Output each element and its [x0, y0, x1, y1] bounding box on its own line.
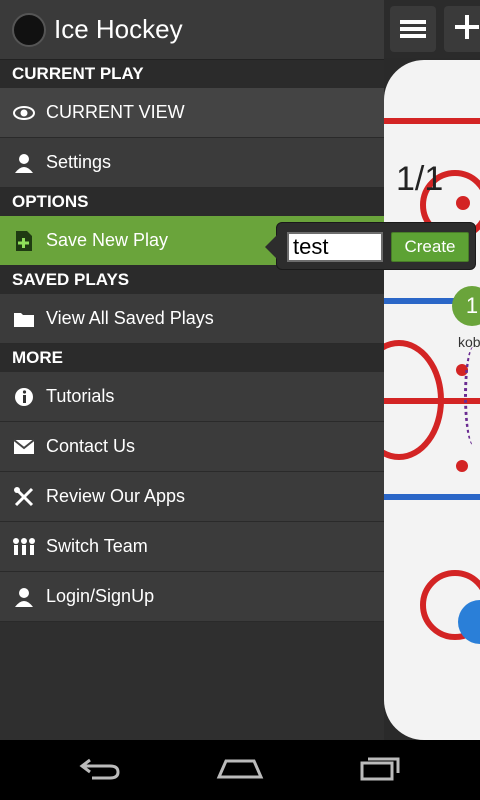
menu-button[interactable] — [390, 6, 436, 52]
view-all-saved-item[interactable]: View All Saved Plays — [0, 294, 384, 344]
current-view-item[interactable]: CURRENT VIEW — [0, 88, 384, 138]
drawer-header: Ice Hockey — [0, 0, 384, 60]
team-icon — [12, 537, 36, 557]
player-path — [464, 346, 480, 446]
switch-team-label: Switch Team — [46, 536, 148, 556]
navigation-drawer: Ice Hockey CURRENT PLAY CURRENT VIEW Set… — [0, 0, 384, 740]
section-current-play: CURRENT PLAY — [0, 60, 384, 88]
plus-icon — [454, 10, 480, 49]
rink-red-line — [384, 118, 480, 124]
save-play-popup: test Create — [265, 222, 476, 270]
tools-icon — [12, 486, 36, 508]
contact-us-label: Contact Us — [46, 436, 136, 456]
save-new-play-label: Save New Play — [46, 230, 169, 250]
settings-label: Settings — [46, 152, 112, 172]
top-toolbar — [384, 0, 480, 58]
home-button[interactable] — [212, 752, 268, 788]
review-apps-label: Review Our Apps — [46, 486, 186, 506]
contact-us-item[interactable]: Contact Us — [0, 422, 384, 472]
hockey-rink[interactable]: 1 kob 1/1 — [384, 60, 480, 740]
login-signup-label: Login/SignUp — [46, 586, 155, 606]
tutorials-label: Tutorials — [46, 386, 115, 406]
player-marker-green[interactable]: 1 — [452, 286, 480, 326]
home-icon — [216, 755, 264, 786]
app-title: Ice Hockey — [54, 14, 183, 44]
login-signup-item[interactable]: Login/SignUp — [0, 572, 384, 622]
back-button[interactable] — [72, 752, 128, 788]
play-counter: 1/1 — [396, 160, 444, 198]
play-name-input[interactable]: test — [287, 232, 383, 262]
create-button[interactable]: Create — [391, 232, 469, 262]
puck-logo-icon — [12, 12, 46, 47]
section-saved-plays: SAVED PLAYS — [0, 266, 384, 294]
menu-icon — [400, 10, 426, 49]
user-settings-icon — [12, 153, 36, 173]
center-dot-2 — [456, 460, 468, 472]
add-file-icon — [12, 230, 36, 252]
recents-button[interactable] — [352, 752, 408, 788]
info-icon — [12, 387, 36, 407]
center-circle — [384, 340, 444, 460]
eye-icon — [12, 105, 36, 121]
view-all-saved-label: View All Saved Plays — [46, 308, 214, 328]
mail-icon — [12, 438, 36, 455]
rink-area: 1 kob 1/1 — [384, 0, 480, 740]
tutorials-item[interactable]: Tutorials — [0, 372, 384, 422]
user-icon — [12, 587, 36, 607]
add-button[interactable] — [444, 6, 480, 52]
current-view-label: CURRENT VIEW — [46, 102, 185, 122]
review-apps-item[interactable]: Review Our Apps — [0, 472, 384, 522]
section-options: OPTIONS — [0, 188, 384, 216]
faceoff-dot — [456, 196, 470, 210]
folder-icon — [12, 310, 36, 328]
rink-blue-line-2 — [384, 494, 480, 500]
settings-item[interactable]: Settings — [0, 138, 384, 188]
recents-icon — [358, 755, 402, 786]
back-icon — [78, 756, 122, 785]
section-more: MORE — [0, 344, 384, 372]
switch-team-item[interactable]: Switch Team — [0, 522, 384, 572]
system-nav-bar — [0, 740, 480, 800]
